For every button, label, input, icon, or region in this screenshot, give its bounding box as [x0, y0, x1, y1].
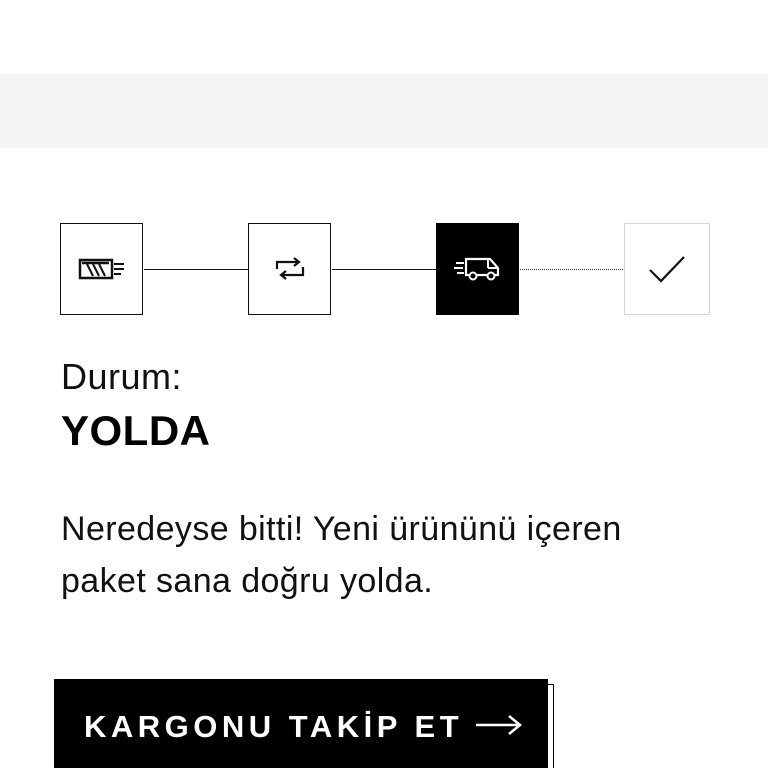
- status-message-line-2: paket sana doğru yolda.: [61, 562, 434, 600]
- track-shipment-button[interactable]: KARGONU TAKİP ET: [54, 679, 548, 768]
- step-in-transit: [436, 223, 519, 315]
- order-status-page: Durum: YOLDA Neredeyse bitti! Yeni ürünü…: [0, 0, 768, 768]
- order-placed-icon: [78, 256, 126, 282]
- progress-connector-2: [332, 269, 436, 270]
- processing-exchange-icon: [273, 256, 307, 282]
- track-shipment-cta: KARGONU TAKİP ET: [54, 679, 554, 768]
- status-message: Neredeyse bitti! Yeni ürününü içeren pak…: [61, 503, 741, 607]
- step-processing: [248, 223, 331, 315]
- progress-connector-1: [144, 269, 248, 270]
- delivery-truck-icon: [453, 255, 502, 283]
- arrow-right-icon: [475, 712, 523, 743]
- progress-connector-3: [520, 269, 625, 270]
- step-order-placed: [60, 223, 143, 315]
- checkmark-icon: [647, 254, 687, 284]
- status-message-line-1: Neredeyse bitti! Yeni ürününü içeren: [61, 510, 622, 548]
- track-shipment-label: KARGONU TAKİP ET: [84, 708, 464, 744]
- step-delivered: [624, 223, 710, 315]
- status-label: Durum:: [61, 356, 183, 397]
- shipment-progress-tracker: [60, 223, 710, 318]
- header-band: [0, 74, 768, 148]
- status-value: YOLDA: [61, 407, 211, 454]
